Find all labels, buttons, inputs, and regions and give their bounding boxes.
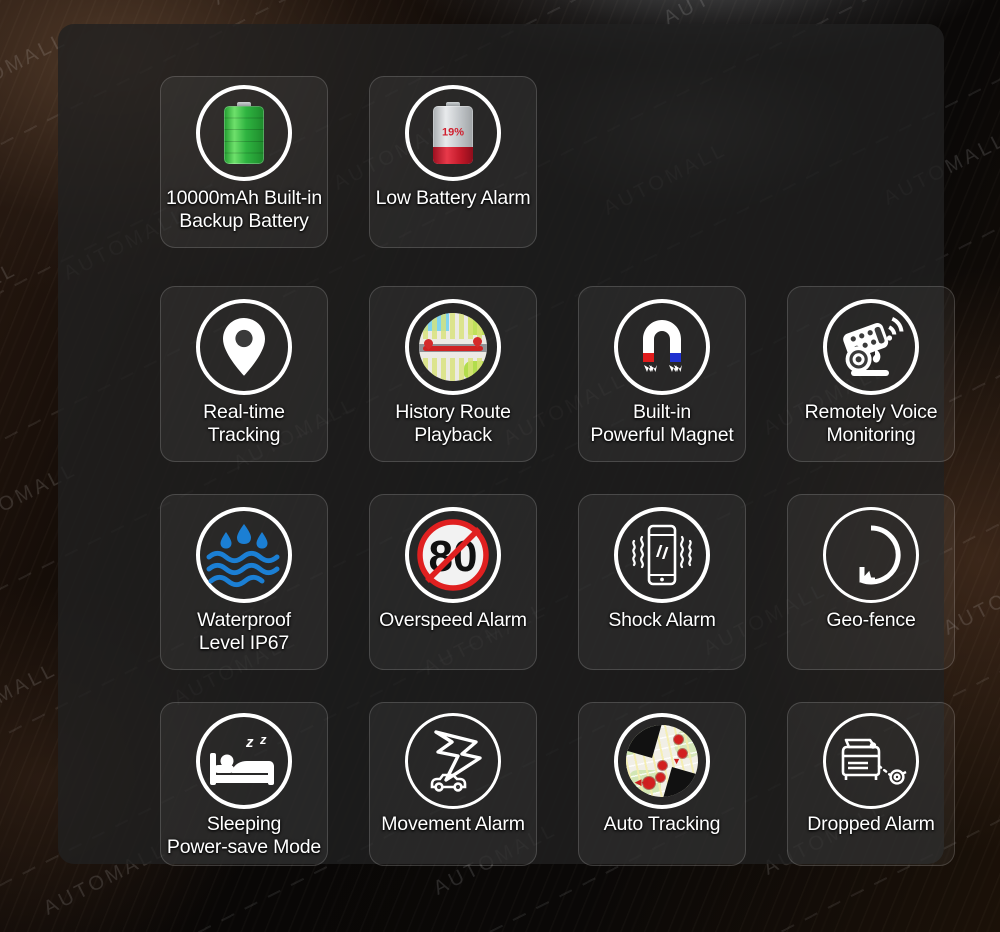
feature-tile-movement-alarm[interactable]: Movement Alarm	[369, 702, 537, 866]
feature-label: Remotely Voice Monitoring	[804, 401, 938, 446]
phone-vibrate-glyph	[632, 524, 692, 586]
watermark-label: AUTOMALL	[0, 658, 61, 740]
feature-label: Overspeed Alarm	[379, 609, 527, 631]
feature-label: History Route Playback	[395, 401, 511, 446]
feature-label: Built-in Powerful Magnet	[590, 401, 734, 446]
feature-tile-dropped-alarm[interactable]: Dropped Alarm	[787, 702, 955, 866]
battery-full-green-icon	[196, 85, 292, 181]
watermark-label: AUTOMALL	[210, 0, 341, 10]
magnet-glyph	[643, 320, 682, 372]
feature-tile-built-in-powerful-magnet[interactable]: Built-in Powerful Magnet	[578, 286, 746, 462]
watermark-label: AUTOMALL	[0, 258, 21, 340]
svg-text:z: z	[259, 732, 267, 747]
map-route-icon	[405, 299, 501, 395]
dropped-glyph	[841, 738, 907, 785]
icon-container: 19%	[405, 85, 501, 181]
water-glyph	[206, 524, 280, 588]
phone-vibrate-icon	[614, 507, 710, 603]
feature-label: Geo-fence	[826, 609, 916, 631]
feature-tile-shock-alarm[interactable]: Shock Alarm	[578, 494, 746, 670]
map-thumbnail	[419, 313, 487, 381]
track-arrow: ◀◀	[634, 777, 649, 788]
feature-tile-backup-battery[interactable]: 10000mAh Built-in Backup Battery	[160, 76, 328, 248]
car-lightning-bolt-icon	[405, 713, 501, 809]
car-dropped-device-icon	[823, 713, 919, 809]
geofence-glyph	[859, 525, 901, 585]
map-pin-end	[473, 337, 482, 349]
icon-container: ▼ ◀◀	[614, 713, 710, 809]
map-pin-start	[424, 339, 433, 351]
icon-container	[823, 713, 919, 809]
feature-tile-remotely-voice-monitoring[interactable]: Remotely Voice Monitoring	[787, 286, 955, 462]
icon-container	[823, 507, 919, 603]
icon-container	[196, 507, 292, 603]
map-thumbnail: ▼ ◀◀	[626, 725, 698, 797]
feature-tile-overspeed-alarm[interactable]: 80 Overspeed Alarm	[369, 494, 537, 670]
battery-percent-value: 19%	[441, 126, 465, 139]
feature-label: Dropped Alarm	[807, 813, 935, 835]
track-arrow: ▼	[672, 755, 681, 766]
feature-label: Real-time Tracking	[203, 401, 285, 446]
sleeping-glyph: z z	[210, 732, 274, 785]
icon-container	[405, 713, 501, 809]
feature-grid: 10000mAh Built-in Backup Battery 19% Low…	[160, 76, 956, 866]
feature-tile-geo-fence[interactable]: Geo-fence	[787, 494, 955, 670]
circular-arrow-fence-icon	[823, 507, 919, 603]
feature-tile-low-battery-alarm[interactable]: 19% Low Battery Alarm	[369, 76, 537, 248]
battery-body	[224, 106, 264, 164]
feature-tile-real-time-tracking[interactable]: Real-time Tracking	[160, 286, 328, 462]
map-pin-icon	[196, 299, 292, 395]
feature-label: Auto Tracking	[603, 813, 721, 835]
battery-low-icon: 19%	[405, 85, 501, 181]
movement-glyph	[430, 730, 482, 792]
feature-tile-history-route-playback[interactable]: History Route Playback	[369, 286, 537, 462]
map-pin-glyph	[223, 318, 265, 376]
icon-container	[614, 299, 710, 395]
person-sleeping-bed-icon: z z	[196, 713, 292, 809]
horseshoe-magnet-icon	[614, 299, 710, 395]
icon-container	[823, 299, 919, 395]
remote-control-signal-icon	[823, 299, 919, 395]
feature-panel: 10000mAh Built-in Backup Battery 19% Low…	[58, 24, 955, 866]
track-point	[655, 772, 665, 782]
feature-tile-sleeping-power-save-mode[interactable]: z z Sleeping Power-save Mode	[160, 702, 328, 866]
feature-tile-waterproof-level-ip67[interactable]: Waterproof Level IP67	[160, 494, 328, 670]
battery-fill	[433, 146, 473, 164]
feature-label: 10000mAh Built-in Backup Battery	[166, 187, 322, 232]
feature-label: Shock Alarm	[608, 609, 716, 631]
feature-label: Waterproof Level IP67	[197, 609, 291, 654]
battery-glyph: 19%	[433, 102, 473, 164]
speed-limit-glyph: 80	[417, 519, 489, 591]
speed-limit-80-crossed-icon: 80	[405, 507, 501, 603]
track-point	[657, 761, 667, 770]
icon-container	[196, 85, 292, 181]
icon-container	[196, 299, 292, 395]
feature-label: Sleeping Power-save Mode	[166, 813, 322, 858]
remote-glyph	[843, 317, 904, 376]
icon-container: z z	[196, 713, 292, 809]
icon-container	[405, 299, 501, 395]
svg-text:z: z	[245, 734, 254, 751]
feature-label: Low Battery Alarm	[375, 187, 531, 209]
map-tracking-points-icon: ▼ ◀◀	[614, 713, 710, 809]
feature-tile-auto-tracking[interactable]: ▼ ◀◀ Auto Tracking	[578, 702, 746, 866]
icon-container	[614, 507, 710, 603]
feature-label: Movement Alarm	[381, 813, 525, 835]
track-point	[673, 735, 683, 745]
water-drops-waves-icon	[196, 507, 292, 603]
battery-glyph	[224, 102, 264, 164]
icon-container: 80	[405, 507, 501, 603]
